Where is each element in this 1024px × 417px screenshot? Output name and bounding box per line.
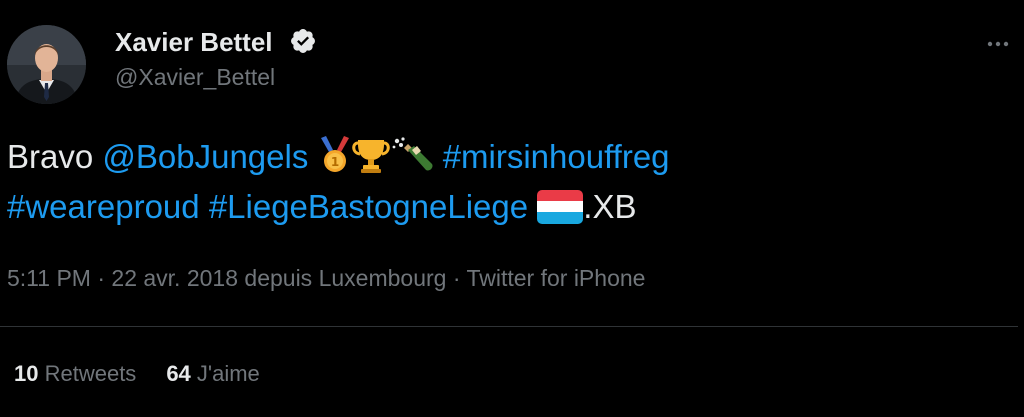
tweet-text-line-2: #weareproud #LiegeBastogneLiege .XB <box>7 182 1007 232</box>
tweet-source[interactable]: Twitter for iPhone <box>466 265 645 291</box>
verified-badge-icon <box>291 29 315 53</box>
more-horizontal-icon <box>987 41 1009 47</box>
person-avatar-icon <box>7 25 86 104</box>
tweet-date[interactable]: 22 avr. 2018 <box>111 265 238 291</box>
tweet-metadata: 5:11 PM · 22 avr. 2018 depuis Luxembourg… <box>7 263 645 293</box>
hashtag-link[interactable]: #weareproud <box>7 188 200 225</box>
mention-link[interactable]: @BobJungels <box>102 138 308 175</box>
more-options-button[interactable] <box>978 28 1018 60</box>
tweet-stats: 10 Retweets 64 J'aime <box>14 359 260 389</box>
likes-label: J'aime <box>190 361 260 386</box>
tweet-word: Bravo <box>7 138 103 175</box>
tweet: Xavier Bettel @Xavier_Bettel Bravo @BobJ… <box>0 0 1024 417</box>
meta-separator: · <box>90 265 112 291</box>
retweets-label: Retweets <box>38 361 137 386</box>
meta-separator: · <box>446 265 467 291</box>
tweet-space <box>200 188 209 225</box>
luxembourg-flag-icon <box>537 188 584 238</box>
likes-stat[interactable]: 64 J'aime <box>166 359 259 389</box>
tweet-text-line-1: Bravo @BobJungels 1 #mirsinhouffreg <box>7 132 1007 182</box>
retweets-stat[interactable]: 10 Retweets <box>14 359 136 389</box>
tweet-text: Bravo @BobJungels 1 #mirsinhouffreg #wea… <box>7 132 1007 232</box>
author-handle[interactable]: @Xavier_Bettel <box>115 63 275 91</box>
divider <box>0 326 1018 327</box>
retweets-count: 10 <box>14 361 39 386</box>
likes-count: 64 <box>166 361 191 386</box>
champagne-icon <box>390 136 434 188</box>
avatar[interactable] <box>7 25 86 104</box>
hashtag-link[interactable]: #LiegeBastogneLiege <box>209 188 528 225</box>
tweet-time[interactable]: 5:11 PM <box>7 265 91 291</box>
author-display-name[interactable]: Xavier Bettel <box>115 27 273 57</box>
svg-text:1: 1 <box>330 155 338 169</box>
tweet-location: depuis Luxembourg <box>238 265 447 291</box>
hashtag-link[interactable]: #mirsinhouffreg <box>443 138 670 175</box>
tweet-signature: .XB <box>583 188 637 225</box>
gold-medal-icon: 1 <box>318 136 352 188</box>
trophy-icon <box>351 136 390 188</box>
